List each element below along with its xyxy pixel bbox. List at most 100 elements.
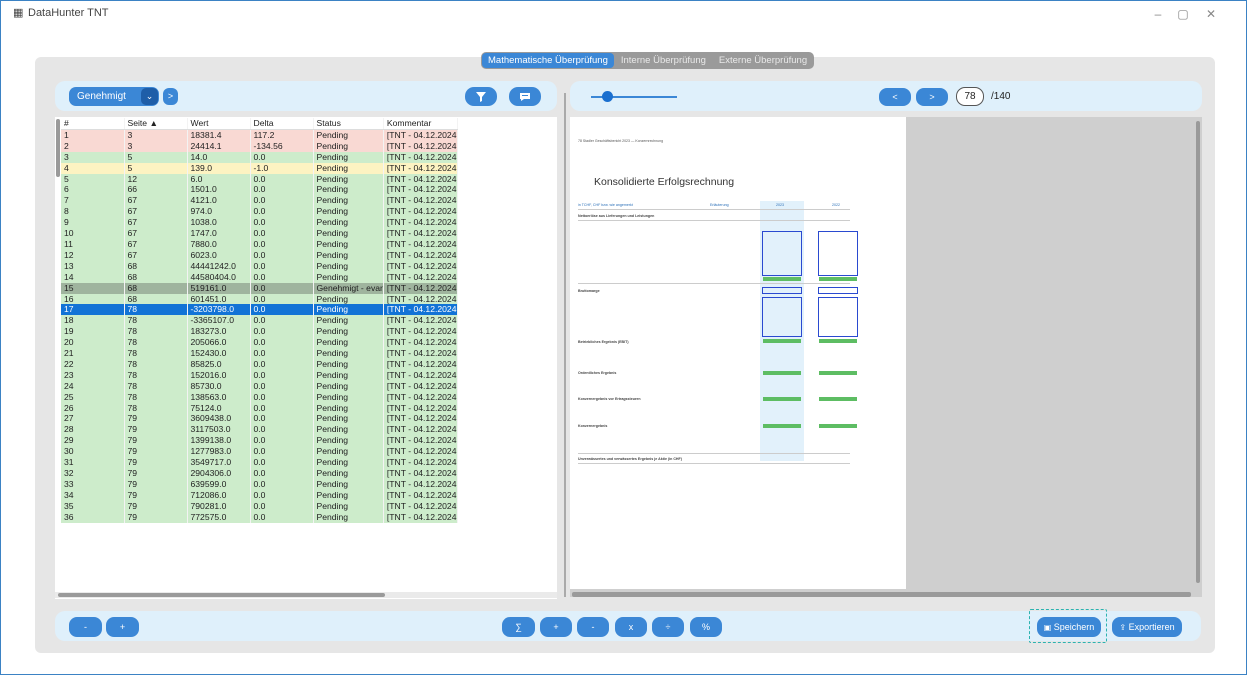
divide-button[interactable]: ÷ [652, 617, 684, 637]
table-row[interactable]: 5 12 6.0 0.0 Pending [TNT - 04.12.2024 [61, 173, 458, 185]
page-number-input[interactable]: 78 [956, 87, 984, 106]
zoom-in-button[interactable]: + [106, 617, 139, 637]
chevron-down-icon[interactable]: ⌄ [141, 88, 158, 105]
close-button[interactable]: ✕ [1201, 5, 1221, 23]
table-row[interactable]: 30 79 1277983.0 0.0 Pending [TNT - 04.12.2024 [61, 446, 458, 458]
cell-wert: 790281.0 [187, 500, 251, 512]
table-row[interactable]: 8 67 974.0 0.0 Pending [TNT - 04.12.2024 [61, 206, 458, 218]
export-button[interactable]: ⇪ Exportieren [1112, 617, 1182, 637]
col-seite[interactable]: Seite ▲ [124, 118, 188, 130]
table-row[interactable]: 4 5 139.0 -1.0 Pending [TNT - 04.12.2024 [61, 162, 458, 174]
document-viewer: 78 Stadler Geschäftsbericht 2023 — Konze… [570, 117, 1202, 597]
table-row[interactable]: 21 78 152430.0 0.0 Pending [TNT - 04.12.2024 [61, 348, 458, 359]
viewer-horizontal-scrollbar[interactable] [572, 592, 1191, 597]
table-row[interactable]: 3 5 14.0 0.0 Pending [TNT - 04.12.2024 [61, 151, 458, 163]
value-box[interactable] [762, 231, 802, 276]
table-row[interactable]: 6 66 1501.0 0.0 Pending [TNT - 04.12.2024 [61, 184, 458, 196]
cell-kommentar: [TNT - 04.12.2024 [383, 435, 458, 447]
col-delta[interactable]: Delta [250, 118, 314, 130]
value-box[interactable] [818, 297, 858, 337]
table-row[interactable]: 25 78 138563.0 0.0 Pending [TNT - 04.12.2024 [61, 391, 458, 403]
table-row[interactable]: 20 78 205066.0 0.0 Pending [TNT - 04.12.2024 [61, 337, 458, 349]
doc-rule [578, 209, 850, 210]
table-row[interactable]: 18 78 -3365107.0 0.0 Pending [TNT - 04.12.202… [61, 315, 458, 327]
cell-status: Pending [313, 369, 384, 381]
cell-kommentar: [TNT - 04.12.2024 [383, 271, 458, 283]
maximize-button[interactable]: ▢ [1173, 5, 1193, 23]
zoom-out-button[interactable]: - [69, 617, 102, 637]
doc-col-note: Erläuterung [710, 203, 729, 207]
table-row[interactable]: 11 67 7880.0 0.0 Pending [TNT - 04.12.2024 [61, 238, 458, 250]
cell-delta: 0.0 [250, 228, 314, 239]
cell-status: Pending [313, 358, 384, 370]
table-row[interactable]: 17 78 -3203798.0 0.0 Pending [TNT - 04.12.202… [61, 304, 458, 316]
table-row[interactable]: 15 68 519161.0 0.0 Genehmigt - evar [TNT - 04… [61, 282, 458, 294]
panel-splitter[interactable] [564, 93, 566, 597]
minimize-button[interactable]: – [1148, 5, 1168, 23]
table-row[interactable]: 33 79 639599.0 0.0 Pending [TNT - 04.12.2024 [61, 478, 458, 490]
value-match-mark [819, 277, 857, 281]
viewer-vertical-scrollbar[interactable] [1196, 121, 1200, 583]
table-row[interactable]: 13 68 44441242.0 0.0 Pending [TNT - 04.12.202… [61, 260, 458, 272]
table-row[interactable]: 22 78 85825.0 0.0 Pending [TNT - 04.12.2024 [61, 358, 458, 370]
col-number[interactable]: # [61, 118, 125, 130]
zoom-slider-thumb[interactable] [602, 91, 613, 102]
multiply-button[interactable]: x [615, 617, 647, 637]
table-row[interactable]: 1 3 18381.4 117.2 Pending [TNT - 04.12.2024 [61, 129, 458, 141]
table-horizontal-scrollbar[interactable] [58, 593, 385, 597]
table-row[interactable]: 36 79 772575.0 0.0 Pending [TNT - 04.12.2024 [61, 511, 458, 523]
table-row[interactable]: 19 78 183273.0 0.0 Pending [TNT - 04.12.2024 [61, 326, 458, 338]
table-row[interactable]: 29 79 1399138.0 0.0 Pending [TNT - 04.12.2024 [61, 435, 458, 447]
cell-seite: 79 [124, 468, 188, 479]
table-row[interactable]: 32 79 2904306.0 0.0 Pending [TNT - 04.12.2024 [61, 468, 458, 479]
table-vertical-scrollbar[interactable] [56, 119, 60, 177]
table-row[interactable]: 14 68 44580404.0 0.0 Pending [TNT - 04.12.202… [61, 271, 458, 283]
next-filter-button[interactable]: > [163, 88, 178, 105]
table-row[interactable]: 27 79 3609438.0 0.0 Pending [TNT - 04.12.2024 [61, 413, 458, 425]
table-row[interactable]: 7 67 4121.0 0.0 Pending [TNT - 04.12.2024 [61, 195, 458, 207]
tab-externe[interactable]: Externe Überprüfung [713, 53, 813, 68]
tab-mathematische[interactable]: Mathematische Überprüfung [482, 53, 614, 68]
table-row[interactable]: 2 3 24414.1 -134.56 Pending [TNT - 04.12.2024 [61, 140, 458, 152]
cell-n: 6 [61, 184, 125, 196]
table-row[interactable]: 23 78 152016.0 0.0 Pending [TNT - 04.12.2024 [61, 369, 458, 381]
cell-kommentar: [TNT - 04.12.2024 [383, 238, 458, 250]
value-box[interactable] [818, 287, 858, 294]
cell-wert: 139.0 [187, 162, 251, 174]
table-row[interactable]: 12 67 6023.0 0.0 Pending [TNT - 04.12.2024 [61, 249, 458, 261]
table-row[interactable]: 26 78 75124.0 0.0 Pending [TNT - 04.12.2024 [61, 402, 458, 414]
col-status[interactable]: Status [313, 118, 384, 130]
cell-status: Pending [313, 457, 384, 468]
add-button[interactable]: + [540, 617, 572, 637]
value-box[interactable] [762, 287, 802, 294]
col-kommentar[interactable]: Kommentar [383, 118, 458, 130]
next-page-button[interactable]: > [916, 88, 948, 106]
comment-button[interactable] [509, 87, 541, 106]
cell-seite: 79 [124, 511, 188, 523]
table-row[interactable]: 10 67 1747.0 0.0 Pending [TNT - 04.12.2024 [61, 228, 458, 239]
subtract-button[interactable]: - [577, 617, 609, 637]
cell-status: Pending [313, 260, 384, 272]
table-row[interactable]: 28 79 3117503.0 0.0 Pending [TNT - 04.12.2024 [61, 424, 458, 436]
cell-n: 19 [61, 326, 125, 338]
value-box[interactable] [818, 231, 858, 276]
prev-page-button[interactable]: < [879, 88, 911, 106]
table-row[interactable]: 24 78 85730.0 0.0 Pending [TNT - 04.12.2024 [61, 380, 458, 392]
table-row[interactable]: 16 68 601451.0 0.0 Pending [TNT - 04.12.2024 [61, 293, 458, 305]
cell-kommentar: [TNT - 04.12.2024 [383, 140, 458, 152]
table-row[interactable]: 34 79 712086.0 0.0 Pending [TNT - 04.12.2024 [61, 489, 458, 501]
sum-button[interactable]: ∑ [502, 617, 535, 637]
export-label: Exportieren [1128, 622, 1175, 632]
table-row[interactable]: 31 79 3549717.0 0.0 Pending [TNT - 04.12.2024 [61, 457, 458, 468]
tab-interne[interactable]: Interne Überprüfung [615, 53, 712, 68]
value-box[interactable] [762, 297, 802, 337]
table-row[interactable]: 9 67 1038.0 0.0 Pending [TNT - 04.12.2024 [61, 217, 458, 229]
cell-wert: 44580404.0 [187, 271, 251, 283]
save-button[interactable]: ▣ Speichern [1037, 617, 1101, 637]
percent-button[interactable]: % [690, 617, 722, 637]
cell-kommentar: [TNT - 04.12.2024 [383, 478, 458, 490]
cell-status: Pending [313, 326, 384, 338]
filter-button[interactable] [465, 87, 497, 106]
col-wert[interactable]: Wert [187, 118, 251, 130]
table-row[interactable]: 35 79 790281.0 0.0 Pending [TNT - 04.12.2024 [61, 500, 458, 512]
